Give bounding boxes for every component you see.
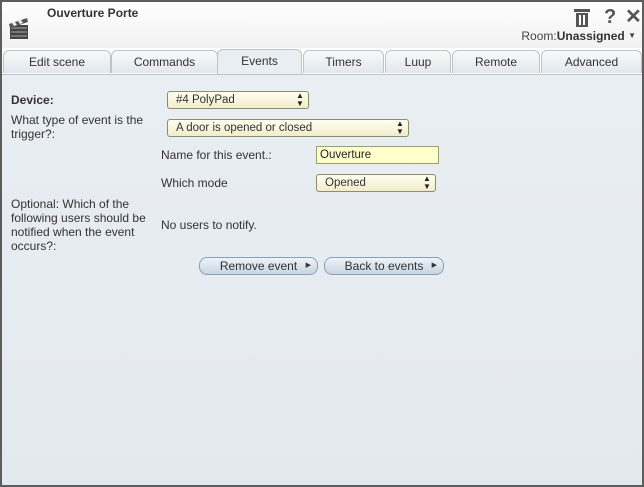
tab-luup[interactable]: Luup (385, 50, 451, 73)
back-to-events-label: Back to events (344, 259, 424, 273)
tab-edit-scene[interactable]: Edit scene (3, 50, 111, 73)
close-icon[interactable]: ✕ (625, 6, 642, 28)
trigger-type-select[interactable]: A door is opened or closed ▲ ▼ (167, 119, 409, 137)
event-name-label: Name for this event.: (161, 148, 272, 162)
select-arrows-icon: ▲ ▼ (423, 174, 431, 191)
event-name-input[interactable]: Ouverture (316, 146, 439, 164)
tab-bar: Edit scene Commands Events Timers Luup R… (2, 48, 642, 75)
play-arrow-icon: ▶ (305, 262, 311, 269)
trash-icon[interactable] (574, 8, 590, 28)
play-arrow-icon: ▶ (431, 262, 437, 269)
remove-event-button[interactable]: Remove event ▶ (199, 257, 318, 275)
scene-window: Ouverture Porte ? ✕ Room:Unassigned ▼ Ed… (0, 0, 644, 487)
device-select[interactable]: #4 PolyPad ▲ ▼ (167, 91, 309, 109)
clapperboard-icon (9, 18, 28, 39)
select-arrows-icon: ▲ ▼ (396, 119, 404, 136)
device-label: Device: (11, 93, 54, 107)
mode-select-value: Opened (325, 177, 366, 189)
select-arrows-icon: ▲ ▼ (296, 91, 304, 108)
notify-label: Optional: Which of the following users s… (11, 197, 146, 253)
notify-value: No users to notify. (161, 218, 257, 232)
back-to-events-button[interactable]: Back to events ▶ (324, 257, 444, 275)
window-title: Ouverture Porte (47, 6, 139, 20)
mode-select[interactable]: Opened ▲ ▼ (316, 174, 436, 192)
help-icon[interactable]: ? (604, 6, 616, 28)
device-select-value: #4 PolyPad (176, 94, 235, 106)
tab-commands[interactable]: Commands (111, 50, 218, 73)
trigger-label: What type of event is the trigger?: (11, 113, 144, 141)
room-value: Unassigned (556, 29, 625, 43)
tab-remote[interactable]: Remote (452, 50, 540, 73)
events-panel: Device: #4 PolyPad ▲ ▼ What type of event… (2, 74, 642, 485)
room-label: Room: (521, 29, 557, 43)
title-bar: Ouverture Porte ? ✕ Room:Unassigned ▼ (2, 2, 642, 48)
dropdown-arrow-icon: ▼ (628, 31, 636, 40)
remove-event-label: Remove event (219, 259, 298, 273)
tab-timers[interactable]: Timers (303, 50, 384, 73)
window-controls: ? ✕ (532, 6, 642, 30)
tab-advanced[interactable]: Advanced (541, 50, 642, 73)
tab-events[interactable]: Events (217, 49, 302, 75)
trigger-select-value: A door is opened or closed (176, 122, 313, 134)
mode-label: Which mode (161, 176, 228, 190)
room-selector[interactable]: Room:Unassigned ▼ (521, 29, 636, 43)
